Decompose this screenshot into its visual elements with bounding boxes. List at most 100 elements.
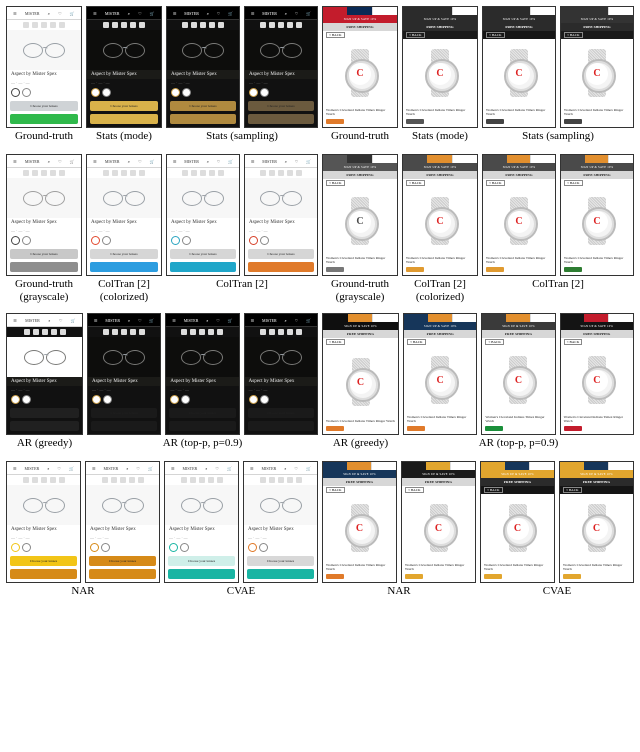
signup-banner: SIGN UP & SAVE 10% <box>403 15 477 23</box>
product-name: Aspect by Mister Spex <box>7 377 82 386</box>
cap: Ground-truth <box>15 130 73 144</box>
product-meta: — · — · — <box>165 534 238 541</box>
thumb-watch: SIGN UP & SAVE 10% FREE SHIPPING < BACK … <box>322 313 399 435</box>
product-image: C <box>323 39 397 106</box>
product-meta: — · — · — <box>245 227 317 234</box>
product-title: Women's Cleveland Indians Timex Ringer W… <box>323 254 397 266</box>
price-chip <box>486 119 504 124</box>
product-name: Aspect by Mister Spex <box>167 70 239 79</box>
cart-icon: 🛒 <box>69 466 74 471</box>
logo-text: MISTER <box>25 159 40 164</box>
glasses-icon <box>258 350 304 364</box>
app-header: ☰ MISTER ⌕ ♡ 🛒 <box>244 462 317 475</box>
cap: ColTran [2] <box>532 278 584 292</box>
free-shipping-banner: FREE SHIPPING <box>561 23 633 31</box>
cap: ColTran [2] (colorized) <box>414 278 466 303</box>
back-bar: < BACK <box>323 179 397 187</box>
back-bar: < BACK <box>323 486 396 494</box>
heart-icon: ♡ <box>58 159 62 164</box>
back-bar: < BACK <box>403 31 477 39</box>
glasses-icon <box>258 43 304 57</box>
product-image: C <box>403 187 477 254</box>
primary-cta <box>170 262 236 272</box>
back-button: < BACK <box>326 32 345 38</box>
back-bar: < BACK <box>561 338 633 346</box>
cell-wt-gtgray: SIGN UP & SAVE 10% FREE SHIPPING < BACK … <box>322 154 398 309</box>
cell-wt-cvae: SIGN UP & SAVE 10% FREE SHIPPING < BACK … <box>480 461 634 605</box>
watch-icon: C <box>339 197 381 245</box>
primary-cta <box>10 262 78 272</box>
product-image: C <box>561 346 633 413</box>
price-chip <box>486 267 504 272</box>
cap: CVAE <box>543 585 572 599</box>
back-button: < BACK <box>406 32 425 38</box>
primary-cta <box>170 114 236 124</box>
menu-icon: ☰ <box>94 318 98 323</box>
cell-wt-artopp: SIGN UP & SAVE 10% FREE SHIPPING < BACK … <box>403 313 634 457</box>
color-swatches <box>86 541 159 554</box>
app-header: ☰ MISTER ⌕ ♡ 🛒 <box>7 155 81 168</box>
price-chip <box>485 426 503 431</box>
icon-row <box>167 168 239 178</box>
search-icon: ⌕ <box>48 159 50 164</box>
heart-icon: ♡ <box>58 11 62 16</box>
signup-banner: SIGN UP & SAVE 10% <box>323 322 398 330</box>
thumb-watch: SIGN UP & SAVE 10% FREE SHIPPING < BACK … <box>402 6 478 128</box>
cart-icon: 🛒 <box>149 318 154 323</box>
cap: NAR <box>387 585 410 599</box>
watch-icon: C <box>339 504 381 552</box>
secondary-band: Choose your lenses <box>247 556 314 566</box>
cap: Stats (mode) <box>412 130 468 144</box>
secondary-band: Choose your lenses <box>89 556 156 566</box>
thumb-glasses: ☰ MISTER ⌕ ♡ 🛒 Aspect by Mister Spex — ·… <box>6 461 81 583</box>
primary-cta <box>248 421 314 431</box>
signup-banner: SIGN UP & SAVE 10% <box>482 322 554 330</box>
product-image <box>87 30 161 70</box>
icon-row <box>167 20 239 30</box>
product-title: Women's Cleveland Indians Timex Ringer W… <box>560 561 633 573</box>
primary-cta <box>10 114 78 124</box>
search-icon: ⌕ <box>126 466 128 471</box>
menu-icon: ☰ <box>171 466 175 471</box>
watch-icon: C <box>576 197 618 245</box>
logo-text: MISTER <box>183 466 198 471</box>
watch-icon: C <box>418 504 460 552</box>
icon-row <box>7 327 82 337</box>
thumb-glasses: ☰ MISTER ⌕ ♡ 🛒 Aspect by Mister Spex — ·… <box>85 461 160 583</box>
back-button: < BACK <box>326 180 345 186</box>
product-image: C <box>402 494 475 561</box>
icon-row <box>166 327 238 337</box>
free-shipping-banner: FREE SHIPPING <box>482 330 554 338</box>
heart-icon: ♡ <box>215 466 219 471</box>
price-chip <box>564 119 582 124</box>
search-icon: ⌕ <box>47 466 49 471</box>
back-bar: < BACK <box>561 179 633 187</box>
product-title: Women's Cleveland Indians Timex Ringer W… <box>323 561 396 573</box>
price-chip <box>563 574 581 579</box>
cell-gl-col: ☰ MISTER ⌕ ♡ 🛒 Aspect by Mister Spex — ·… <box>86 154 162 309</box>
product-name: Aspect by Mister Spex <box>244 525 317 534</box>
heart-icon: ♡ <box>138 318 142 323</box>
product-image <box>245 178 317 218</box>
price-chip <box>405 574 423 579</box>
color-swatches <box>87 234 161 247</box>
product-image: C <box>483 39 555 106</box>
secondary-band: Choose your lenses <box>91 408 157 418</box>
product-name: Aspect by Mister Spex <box>7 70 81 79</box>
watch-icon: C <box>497 504 539 552</box>
product-title: Women's Cleveland Indians Timex Ringer W… <box>483 254 555 266</box>
back-button: < BACK <box>563 487 582 493</box>
top-logo-bar <box>482 314 554 322</box>
product-meta: — · — · — <box>166 386 238 393</box>
product-name: Aspect by Mister Spex <box>245 377 317 386</box>
secondary-band: Choose your lenses <box>168 556 235 566</box>
product-image <box>244 485 317 525</box>
signup-banner: SIGN UP & SAVE 10% <box>561 322 633 330</box>
icon-row <box>88 327 160 337</box>
search-icon: ⌕ <box>205 466 207 471</box>
top-logo-bar <box>323 314 398 322</box>
watch-icon: C <box>498 49 540 97</box>
cart-icon: 🛒 <box>228 159 233 164</box>
product-name: Aspect by Mister Spex <box>86 525 159 534</box>
product-image: C <box>404 346 476 413</box>
